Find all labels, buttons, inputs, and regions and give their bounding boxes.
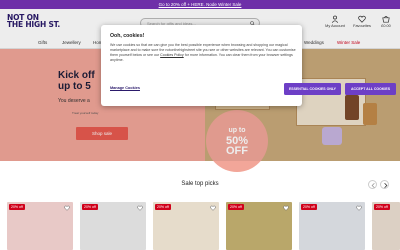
hero-title-line2: up to 5: [58, 81, 91, 92]
sale-badge: 20% off: [228, 204, 244, 210]
sale-badge: 20% off: [155, 204, 171, 210]
favourite-icon[interactable]: [283, 205, 289, 211]
nav-item-jewellery[interactable]: Jewellery: [62, 40, 81, 45]
logo-line2: THE HIGH ST.: [7, 20, 61, 29]
nav-item-gifts[interactable]: Gifts: [38, 40, 47, 45]
jar-image: [322, 127, 342, 145]
basket-total: £0.00: [381, 24, 391, 28]
cookie-modal: Ooh, cookies! We use cookies so that we …: [101, 25, 396, 106]
favourite-icon[interactable]: [210, 205, 216, 211]
bottle-image-2: [363, 103, 377, 125]
cookie-modal-body: We use cookies so that we can give you t…: [110, 43, 298, 63]
favourite-icon[interactable]: [64, 205, 70, 211]
product-card[interactable]: 20% off: [7, 202, 73, 250]
my-account-label: My Account: [325, 24, 345, 28]
favourite-icon[interactable]: [356, 205, 362, 211]
product-card[interactable]: 20% off: [299, 202, 365, 250]
sale-badge: 20% off: [374, 204, 390, 210]
basket-icon: [382, 16, 390, 23]
carousel-prev-button[interactable]: [368, 180, 377, 189]
sale-section-title: Sale top picks: [181, 181, 219, 187]
carousel-next-button[interactable]: [380, 180, 389, 189]
accept-cookies-button[interactable]: ACCEPT ALL COOKIES: [345, 83, 396, 95]
my-account-link[interactable]: My Account: [324, 15, 346, 28]
promo-text[interactable]: Go to 20% off + HERE. Node Winter Sale: [159, 2, 242, 7]
essential-cookies-button[interactable]: ESSENTIAL COOKIES ONLY: [284, 83, 341, 95]
hero-title-line1: Kick off: [58, 70, 95, 81]
sale-badge: 20% off: [9, 204, 25, 210]
badge-off: OFF: [226, 145, 248, 157]
promo-banner[interactable]: Go to 20% off + HERE. Node Winter Sale: [0, 0, 400, 9]
chevron-left-icon: [371, 182, 375, 189]
cookie-policy-link[interactable]: Cookies Policy: [160, 53, 184, 57]
hero-small-text: Treat yourself today: [72, 111, 99, 115]
basket-link[interactable]: £0.00: [375, 15, 397, 28]
chevron-right-icon: [384, 182, 388, 189]
nav-item-winter-sale[interactable]: Winter Sale: [337, 40, 360, 45]
logo[interactable]: NOT ON THE HIGH ST.: [7, 14, 61, 29]
heart-icon: [358, 15, 366, 23]
product-card[interactable]: 20% off: [372, 202, 400, 250]
user-icon: [331, 15, 339, 23]
shop-sale-button[interactable]: Shop sale: [76, 127, 128, 140]
sale-badge: 20% off: [82, 204, 98, 210]
hero-title: Kick off up to 5: [58, 70, 95, 92]
manage-cookies-link[interactable]: Manage Cookies: [110, 86, 140, 90]
product-card[interactable]: 20% off: [80, 202, 146, 250]
discount-badge: up to 50% OFF: [206, 110, 268, 172]
sale-badge: 20% off: [301, 204, 317, 210]
hero-subtitle: You deserve a: [58, 98, 90, 104]
favourite-icon[interactable]: [137, 205, 143, 211]
favourites-label: Favourites: [353, 24, 371, 28]
product-card[interactable]: 20% off: [153, 202, 219, 250]
product-card[interactable]: 20% off: [226, 202, 292, 250]
favourites-link[interactable]: Favourites: [351, 15, 373, 28]
nav-item-weddings[interactable]: Weddings: [304, 40, 324, 45]
bottle-image: [345, 95, 359, 120]
cookie-modal-title: Ooh, cookies!: [110, 33, 145, 39]
